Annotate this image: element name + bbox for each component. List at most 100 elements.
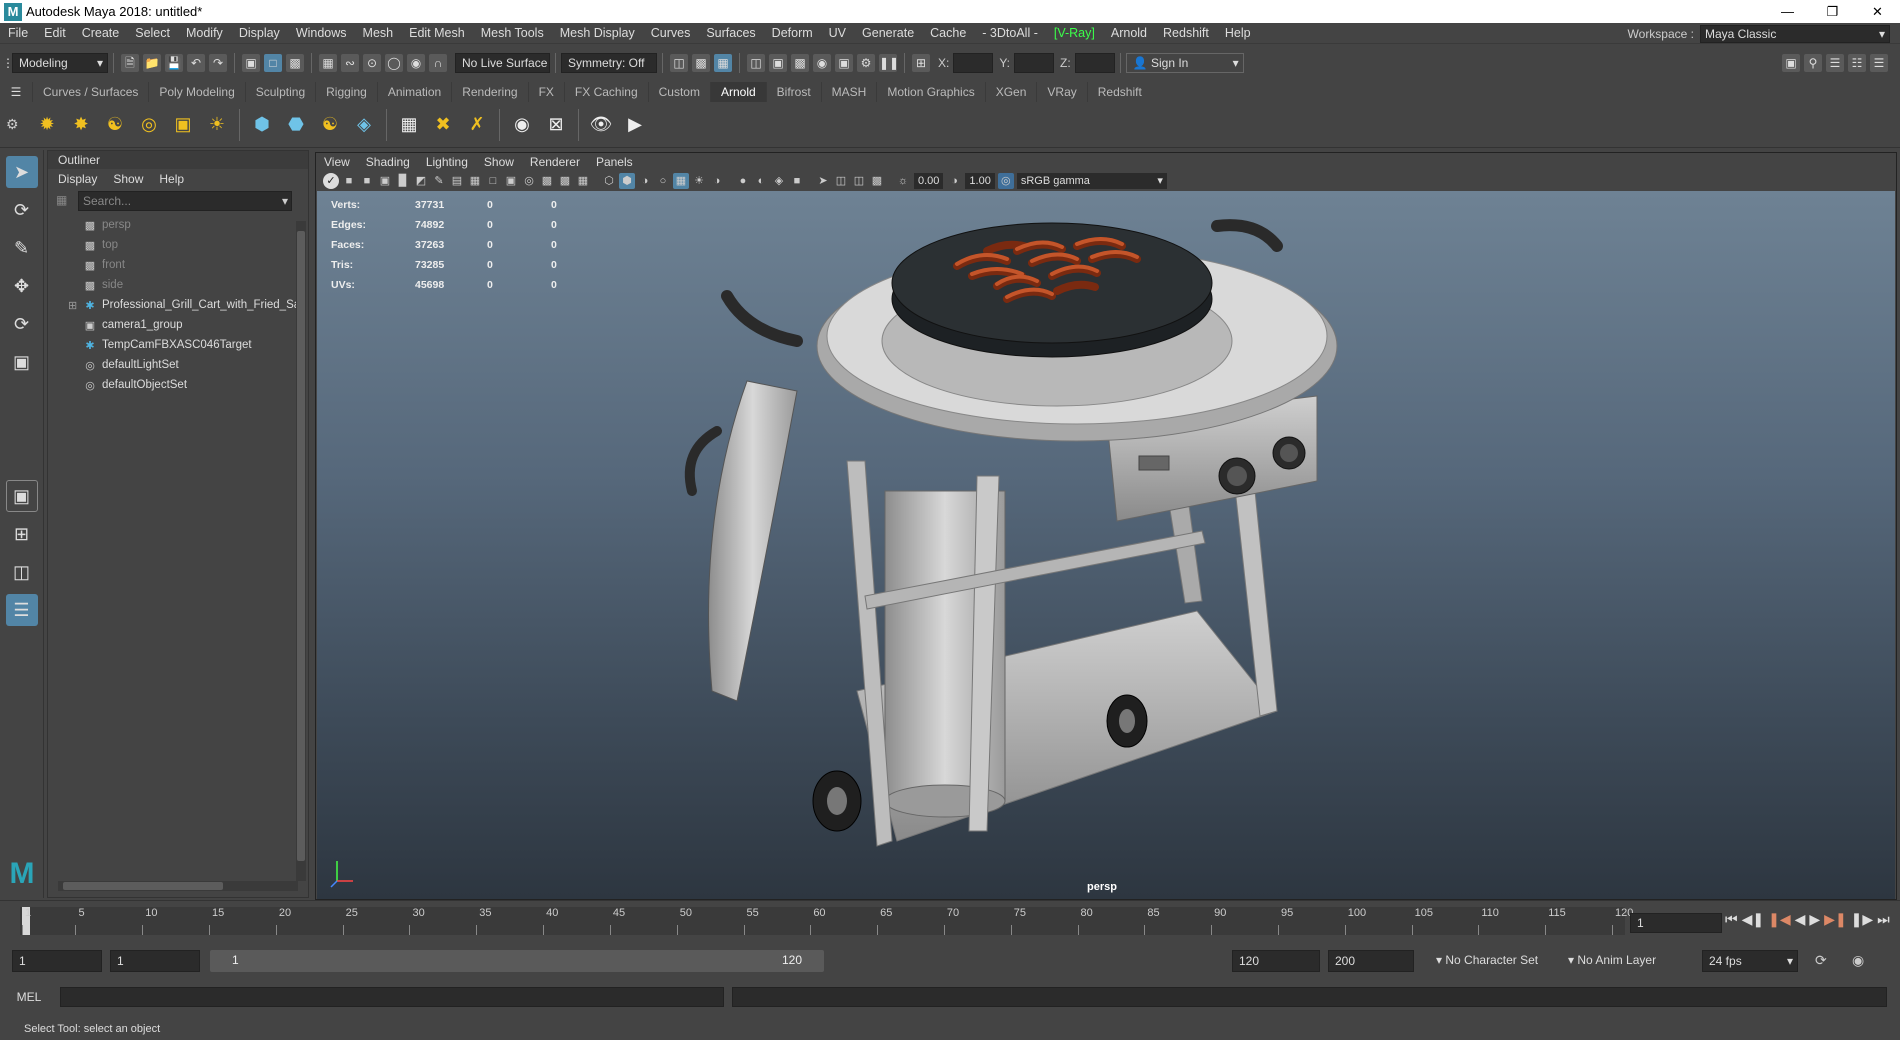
shelf-tab-arnold[interactable]: Arnold <box>709 82 766 102</box>
outliner-item[interactable]: ▩ top <box>48 235 308 255</box>
outliner-menu-show[interactable]: Show <box>113 172 143 186</box>
shelf-tab-sculpting[interactable]: Sculpting <box>244 82 315 102</box>
transform-mode-icon[interactable]: ⊞ <box>912 54 930 72</box>
expand-icon[interactable]: ⊞ <box>68 299 82 312</box>
snap-surface-icon[interactable]: ◉ <box>407 54 425 72</box>
shelf-tab-motion-graphics[interactable]: Motion Graphics <box>876 82 984 102</box>
xray-joints-icon[interactable]: ◫ <box>851 173 867 189</box>
time-ruler[interactable]: 1 5 10 15 20 25 30 35 40 45 50 55 60 65 70 75 80 85 90 95 10… <box>20 907 1633 935</box>
shelf-tab-fx-caching[interactable]: FX Caching <box>563 82 648 102</box>
menu-cache[interactable]: Cache <box>922 26 974 40</box>
symmetry-dropdown[interactable]: Symmetry: Off <box>561 53 657 73</box>
wireframe-on-shaded-icon[interactable]: ◑ <box>637 173 653 189</box>
modeling-toolkit-icon[interactable]: ▣ <box>1782 54 1800 72</box>
3d-scene[interactable]: Verts: 37731 0 0 Edges: 74892 0 0 Faces: 37263 0 0 T… <box>317 191 1895 899</box>
shelf-settings-icon[interactable]: ⚙ <box>6 116 24 133</box>
select-object-icon[interactable]: □ <box>264 54 282 72</box>
gate-mask-icon[interactable]: ▣ <box>503 173 519 189</box>
menu-generate[interactable]: Generate <box>854 26 922 40</box>
construction-history-icon[interactable]: ◫ <box>670 54 688 72</box>
use-all-lights-icon[interactable]: ☀ <box>691 173 707 189</box>
viewport-menu-show[interactable]: Show <box>484 155 514 169</box>
rotate-tool-icon[interactable]: ⟳ <box>6 308 38 340</box>
select-component-icon[interactable]: ▩ <box>286 54 304 72</box>
animation-start-field[interactable]: 1 <box>12 950 102 972</box>
menu-v-ray[interactable]: [V-Ray] <box>1046 26 1103 40</box>
two-view-layout-icon[interactable]: ◫ <box>6 556 38 588</box>
tx-manager-icon[interactable]: ✖ <box>429 111 457 139</box>
gamma-field[interactable]: 1.00 <box>965 173 995 189</box>
menu-surfaces[interactable]: Surfaces <box>698 26 763 40</box>
restore-button[interactable]: ❐ <box>1810 0 1855 23</box>
safe-action-icon[interactable]: ▩ <box>539 173 555 189</box>
camera-icon[interactable]: ▉ <box>395 173 411 189</box>
bookmark-icon[interactable]: ■ <box>359 173 375 189</box>
shelf-tab-bifrost[interactable]: Bifrost <box>765 82 821 102</box>
smooth-shade-icon[interactable]: ⬢ <box>619 173 635 189</box>
menu-mesh[interactable]: Mesh <box>355 26 402 40</box>
viewport-menu-lighting[interactable]: Lighting <box>426 155 468 169</box>
menu-help[interactable]: Help <box>1217 26 1259 40</box>
viewport-menu-renderer[interactable]: Renderer <box>530 155 580 169</box>
fps-dropdown[interactable]: 24 fps ▾ <box>1702 950 1798 972</box>
light-portal-icon[interactable]: ☀ <box>203 111 231 139</box>
ipr-render-icon[interactable]: ▣ <box>769 54 787 72</box>
menu-select[interactable]: Select <box>127 26 178 40</box>
flush-cache-icon[interactable]: ✗ <box>463 111 491 139</box>
outliner-item[interactable]: ▣ camera1_group <box>48 315 308 335</box>
new-scene-icon[interactable]: 🗎 <box>121 54 139 72</box>
play-forwards-icon[interactable]: ▶ <box>1809 911 1820 928</box>
minimize-button[interactable]: — <box>1765 0 1810 23</box>
menu-mesh-tools[interactable]: Mesh Tools <box>473 26 552 40</box>
redo-icon[interactable]: ↷ <box>209 54 227 72</box>
outliner-search-input[interactable]: Search... <box>78 191 292 211</box>
film-gate-icon[interactable]: ▦ <box>467 173 483 189</box>
play-backwards-icon[interactable]: ◀ <box>1795 911 1806 928</box>
vray-render-icon[interactable]: ▣ <box>835 54 853 72</box>
menu-display[interactable]: Display <box>231 26 288 40</box>
step-back-key-icon[interactable]: ❚◀ <box>1768 911 1791 928</box>
snap-magnet-icon[interactable]: ∩ <box>429 54 447 72</box>
outliner-item[interactable]: ✱ TempCamFBXASC046Target <box>48 335 308 355</box>
y-input[interactable] <box>1014 53 1055 73</box>
screen-space-ao-icon[interactable]: ● <box>735 173 751 189</box>
camera-attributes-icon[interactable]: ■ <box>341 173 357 189</box>
shelf-tab-fx[interactable]: FX <box>527 82 564 102</box>
command-language-label[interactable]: MEL <box>0 990 58 1004</box>
menu-modify[interactable]: Modify <box>178 26 231 40</box>
outliner-item[interactable]: ▩ persp <box>48 215 308 235</box>
outliner-menu-display[interactable]: Display <box>58 172 97 186</box>
sign-in-button[interactable]: 👤 Sign In ▾ <box>1125 53 1244 73</box>
2d-pan-zoom-icon[interactable]: ◩ <box>413 173 429 189</box>
z-input[interactable] <box>1074 53 1115 73</box>
image-plane-icon[interactable]: ▣ <box>377 173 393 189</box>
outliner-item[interactable]: ▩ side <box>48 275 308 295</box>
exposure-icon[interactable]: ☼ <box>895 173 911 189</box>
viewport-menu-shading[interactable]: Shading <box>366 155 410 169</box>
menu-file[interactable]: File <box>0 26 36 40</box>
go-to-start-icon[interactable]: ⏮ <box>1725 911 1738 928</box>
shelf-tab-poly-modeling[interactable]: Poly Modeling <box>148 82 244 102</box>
isolate-select-icon[interactable]: ➤ <box>815 173 831 189</box>
menu-edit[interactable]: Edit <box>36 26 74 40</box>
grease-pencil-icon[interactable]: ✎ <box>431 173 447 189</box>
export-standin-icon[interactable]: ⬣ <box>282 111 310 139</box>
wireframe-icon[interactable]: ⬡ <box>601 173 617 189</box>
snap-point-icon[interactable]: ⊙ <box>363 54 381 72</box>
move-tool-icon[interactable]: ✥ <box>6 270 38 302</box>
step-forward-icon[interactable]: ❚▶ <box>1851 911 1874 928</box>
redshift-render-icon[interactable]: ⚙ <box>857 54 875 72</box>
lasso-tool-icon[interactable]: ⟳ <box>6 194 38 226</box>
menu-arnold[interactable]: Arnold <box>1103 26 1155 40</box>
snap-view-icon[interactable]: ◯ <box>385 54 403 72</box>
menu-mesh-display[interactable]: Mesh Display <box>552 26 643 40</box>
menu-set-dropdown[interactable]: Modeling ▾ <box>12 53 108 73</box>
render-view-arnold-icon[interactable]: ◉ <box>508 111 536 139</box>
playback-end-field[interactable]: 120 <box>1232 950 1320 972</box>
volume-icon[interactable]: ◈ <box>350 111 378 139</box>
anti-aliasing-icon[interactable]: ◈ <box>771 173 787 189</box>
color-management-icon[interactable]: ◎ <box>997 173 1014 189</box>
select-camera-icon[interactable]: ✓ <box>323 173 339 189</box>
go-to-end-icon[interactable]: ⏭ <box>1877 911 1890 928</box>
outliner-menu-help[interactable]: Help <box>159 172 184 186</box>
